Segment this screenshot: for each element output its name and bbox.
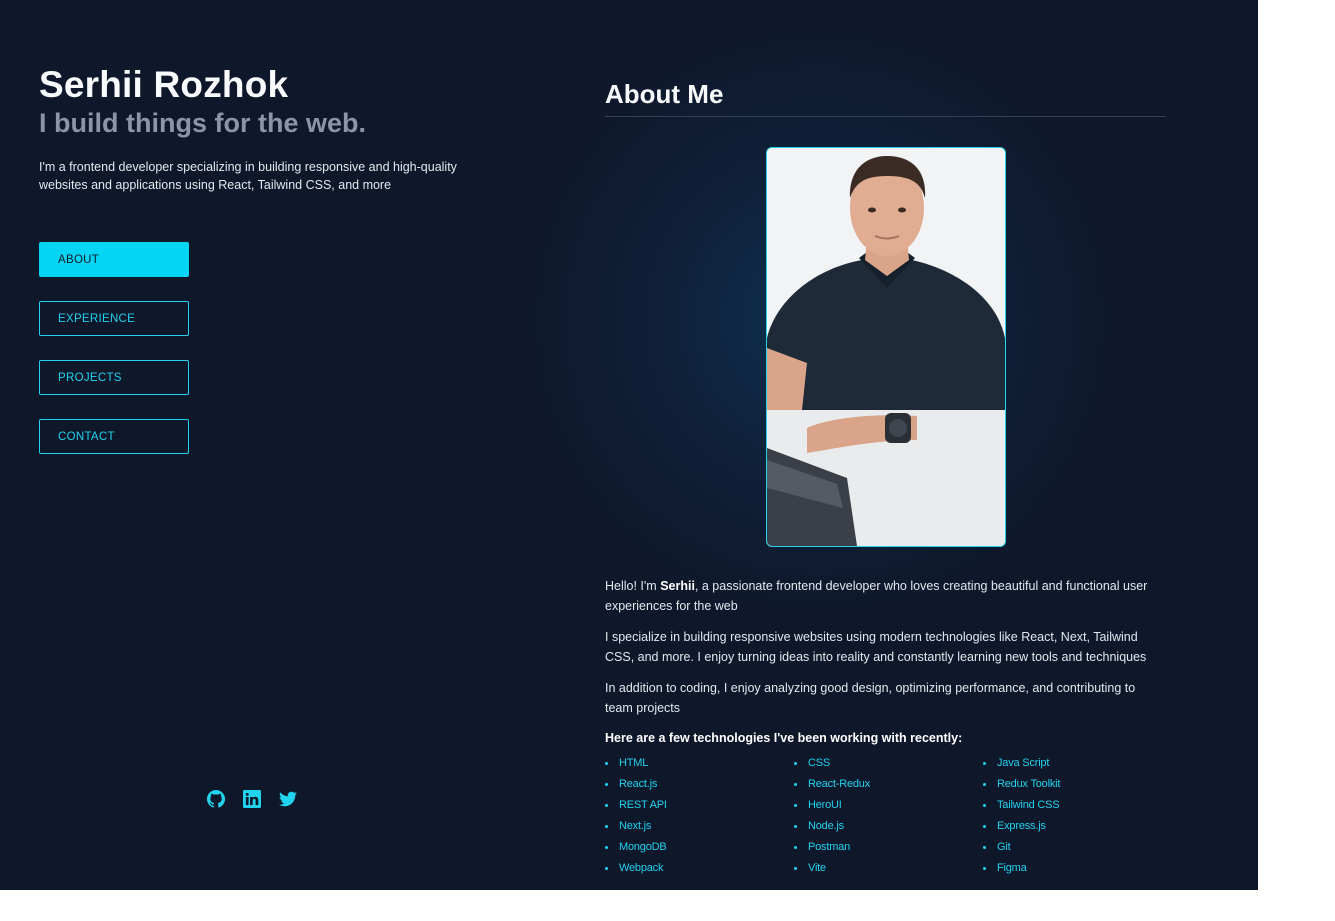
nav-projects-button[interactable]: PROJECTS [39,360,189,395]
site-owner-name: Serhii Rozhok [39,64,289,105]
tech-item: React.js [605,775,794,796]
about-p1-name: Serhii [660,579,695,593]
about-p1-intro: Hello! I'm [605,579,661,593]
tech-item: Node.js [794,817,983,838]
tech-item: CSS [794,754,983,775]
main-nav: ABOUT EXPERIENCE PROJECTS CONTACT [39,242,189,478]
tech-item: Postman [794,838,983,859]
about-paragraph-2: I specialize in building responsive webs… [605,630,1147,664]
tech-item: Webpack [605,859,794,880]
tagline: I build things for the web. [39,108,366,138]
nav-about-button[interactable]: ABOUT [39,242,189,277]
tech-item: Tailwind CSS [983,796,1172,817]
section-divider [605,116,1166,117]
tech-list: HTML CSS Java Script React.js React-Redu… [605,754,1172,880]
tech-item: HeroUI [794,796,983,817]
nav-contact-button[interactable]: CONTACT [39,419,189,454]
social-links [207,790,297,808]
tech-item: Java Script [983,754,1172,775]
tech-item: Express.js [983,817,1172,838]
github-icon[interactable] [207,790,225,808]
about-title: About Me [605,79,724,109]
tech-item: REST API [605,796,794,817]
twitter-icon[interactable] [279,790,297,808]
tech-item: Git [983,838,1172,859]
about-paragraph-1: Hello! I'm Serhii, a passionate frontend… [605,576,1165,616]
tech-item: MongoDB [605,838,794,859]
tech-item: Redux Toolkit [983,775,1172,796]
profile-photo [766,147,1006,547]
tech-item: Next.js [605,817,794,838]
tech-item: HTML [605,754,794,775]
tech-item: Figma [983,859,1172,880]
page: Serhii Rozhok I build things for the web… [0,0,1258,890]
about-paragraph-3: In addition to coding, I enjoy analyzing… [605,681,1136,715]
tech-heading: Here are a few technologies I've been wo… [605,731,963,745]
nav-experience-button[interactable]: EXPERIENCE [39,301,189,336]
intro-text: I'm a frontend developer specializing in… [39,160,457,192]
tech-item: Vite [794,859,983,880]
linkedin-icon[interactable] [243,790,261,808]
tech-item: React-Redux [794,775,983,796]
